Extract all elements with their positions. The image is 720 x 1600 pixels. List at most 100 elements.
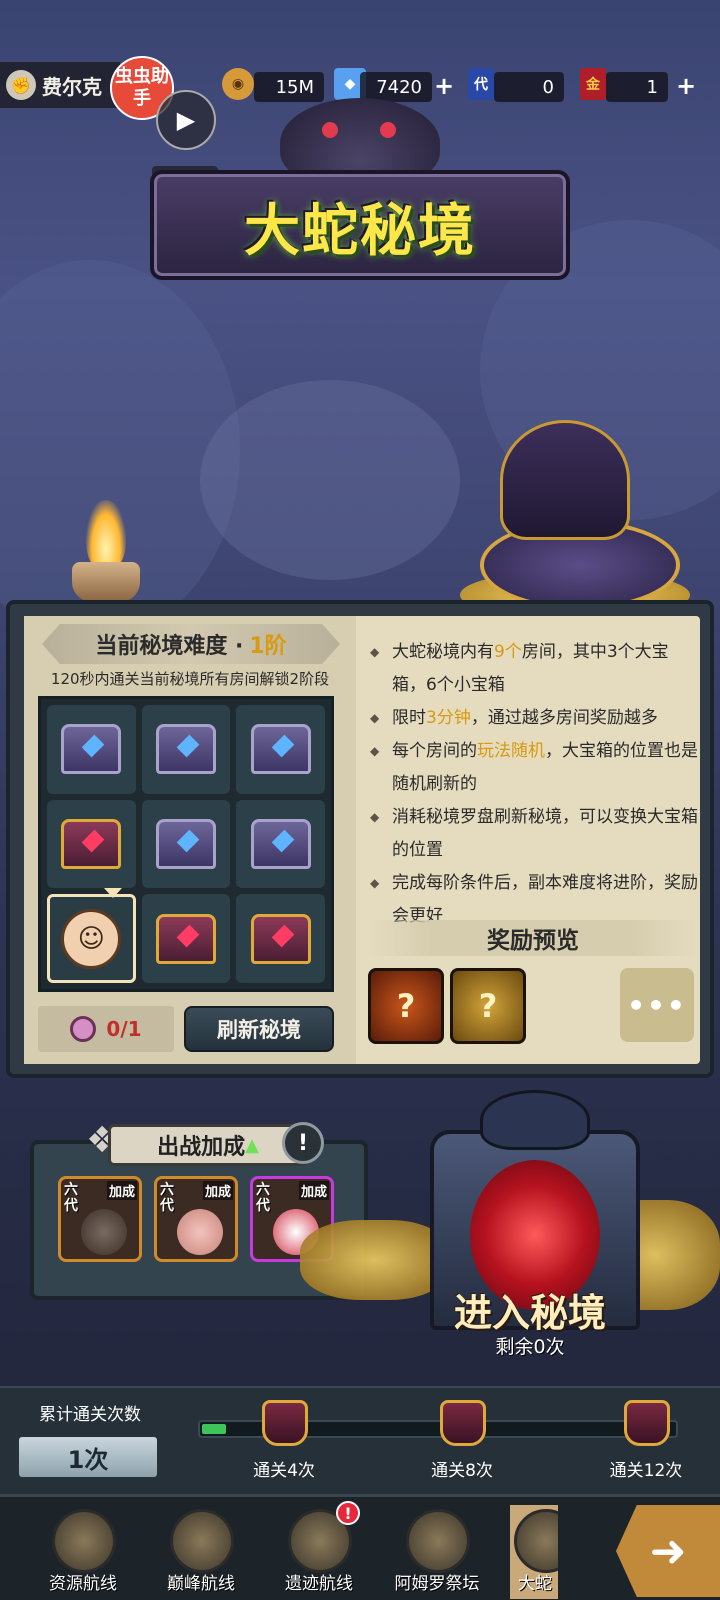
rule-text: 限时 [392,708,426,728]
room-cell [236,894,325,983]
reward-item-mystery-coins[interactable]: ? [450,968,526,1044]
rule-text: ，通过越多房间奖励越多 [470,708,658,728]
torch-bowl [72,562,140,602]
player-profile[interactable]: ✊ 费尔克 [0,62,120,108]
room-cell [141,705,231,794]
nav-label: 巅峰航线 [167,1574,235,1594]
nav-label: 大蛇 [518,1574,552,1594]
big-chest-icon [250,913,311,964]
ticket-dai-amount: 0 [494,72,564,102]
small-chest-icon [155,818,216,869]
cumulative-clears-label: 累计通关次数 [39,1405,141,1425]
nav-label: 遗迹航线 [285,1574,353,1594]
remaining-attempts: 剩余0次 [495,1336,565,1358]
small-chest-icon [250,818,311,869]
boost-tag: 加成 [202,1181,233,1200]
rule-text: 大蛇秘境内有 [392,642,494,662]
bottom-nav: 资源航线 巅峰航线 ! 遗迹航线 阿姆罗祭坛 大蛇 ➜ [0,1494,720,1600]
generation-label: 六代 [64,1182,78,1214]
milestone-label: 通关8次 [431,1461,493,1481]
milestone-label: 通关12次 [609,1461,683,1481]
serpent-icon [514,1509,558,1573]
room-cell [236,705,325,794]
compass-icon [70,1016,97,1042]
nav-label: 资源航线 [49,1574,117,1594]
boost-title-text: 出战加成 [157,1135,246,1160]
reward-item-mystery-badge[interactable]: ? [368,968,444,1044]
small-chest-icon [155,724,216,775]
difficulty-subtitle: 120秒内通关当前秘境所有房间解锁2阶段 [50,670,330,688]
enter-dungeon-button[interactable]: 进入秘境 [380,1282,680,1337]
coin-amount: 15M [254,72,324,102]
peak-route-icon [170,1509,234,1573]
boost-up-arrow-icon: ▲ [245,1134,259,1156]
cave-rock [200,380,460,580]
torch-icon [72,500,140,610]
nav-item-relic-route[interactable]: ! 遗迹航线 [264,1501,374,1599]
nav-item-serpent[interactable]: 大蛇 [510,1505,558,1599]
room-grid: ☺ [38,696,334,992]
altar-icon [406,1509,470,1573]
ticket-dai-icon: 代 [468,68,494,100]
snake-eye [322,122,338,138]
current-room: ☺ [47,894,136,983]
coin-icon: ◉ [222,68,254,100]
play-icon[interactable]: ▶ [156,90,216,150]
rule-item: 限时3分钟，通过越多房间奖励越多 [368,702,698,735]
milestone-chest-icon[interactable] [440,1400,486,1446]
small-chest-icon [250,724,311,775]
current-room-pointer [104,888,122,898]
page-title: 大蛇秘境 [244,199,476,264]
info-icon[interactable]: ! [282,1122,324,1164]
serpent-boss-image [460,420,690,620]
compass-counter: 0/1 [38,1006,174,1052]
difficulty-level: 1阶 [249,634,287,659]
generation-label: 六代 [256,1182,270,1214]
rule-highlight: 玩法随机 [477,741,545,761]
refresh-dungeon-button[interactable]: 刷新秘境 [184,1006,334,1052]
rewards-title: 奖励预览 [368,920,698,956]
rule-item: 大蛇秘境内有9个房间，其中3个大宝箱，6个小宝箱 [368,636,698,702]
boost-tag: 加成 [298,1181,329,1200]
cumulative-clears-value: 1次 [16,1434,160,1480]
room-cell [47,705,136,794]
notification-badge: ! [336,1501,360,1525]
room-cell [141,894,231,983]
boost-card[interactable]: 六代 加成 [154,1176,238,1262]
nav-item-amro-altar[interactable]: 阿姆罗祭坛 [382,1505,492,1599]
milestone-chest-icon[interactable] [624,1400,670,1446]
next-page-arrow-icon[interactable]: ➜ [616,1505,720,1597]
boost-tag: 加成 [106,1181,137,1200]
snake-eye [380,122,396,138]
milestone-label: 通关4次 [253,1461,315,1481]
difficulty-label: 当前秘境难度 · [95,634,244,659]
flame [86,500,126,570]
compass-count: 0/1 [106,1017,142,1041]
boost-card[interactable]: 六代 加成 [58,1176,142,1262]
pet-portrait [177,1209,223,1255]
add-gem-button[interactable]: + [434,72,454,100]
panel-body: 当前秘境难度 · 1阶 120秒内通关当前秘境所有房间解锁2阶段 ☺ 0/1 刷… [24,616,700,1064]
add-ticket-button[interactable]: + [676,72,696,100]
progress-fill [202,1424,226,1434]
big-chest-icon [61,818,122,869]
pet-portrait [81,1209,127,1255]
boost-title: 出战加成 ▲ [108,1124,308,1166]
room-cell [236,799,325,889]
small-chest-icon [61,724,122,775]
rules-list: 大蛇秘境内有9个房间，其中3个大宝箱，6个小宝箱限时3分钟，通过越多房间奖励越多… [368,636,698,933]
nav-item-resource-route[interactable]: 资源航线 [28,1505,138,1599]
nav-label: 阿姆罗祭坛 [394,1574,480,1594]
big-chest-icon [155,913,216,964]
rule-highlight: 9个 [494,642,522,662]
milestone-chest-icon[interactable] [262,1400,308,1446]
room-cell [47,799,136,889]
ticket-jin-icon: 金 [580,68,606,100]
rule-text: 消耗秘境罗盘刷新秘境，可以变换大宝箱的位置 [392,807,698,860]
ticket-jin-amount: 1 [606,72,668,102]
nav-item-peak-route[interactable]: 巅峰航线 [146,1505,256,1599]
room-cell [141,799,231,889]
map-column: 当前秘境难度 · 1阶 120秒内通关当前秘境所有房间解锁2阶段 ☺ 0/1 刷… [24,616,356,1064]
more-rewards-button[interactable]: ••• [620,968,694,1042]
rule-text: 每个房间的 [392,741,477,761]
